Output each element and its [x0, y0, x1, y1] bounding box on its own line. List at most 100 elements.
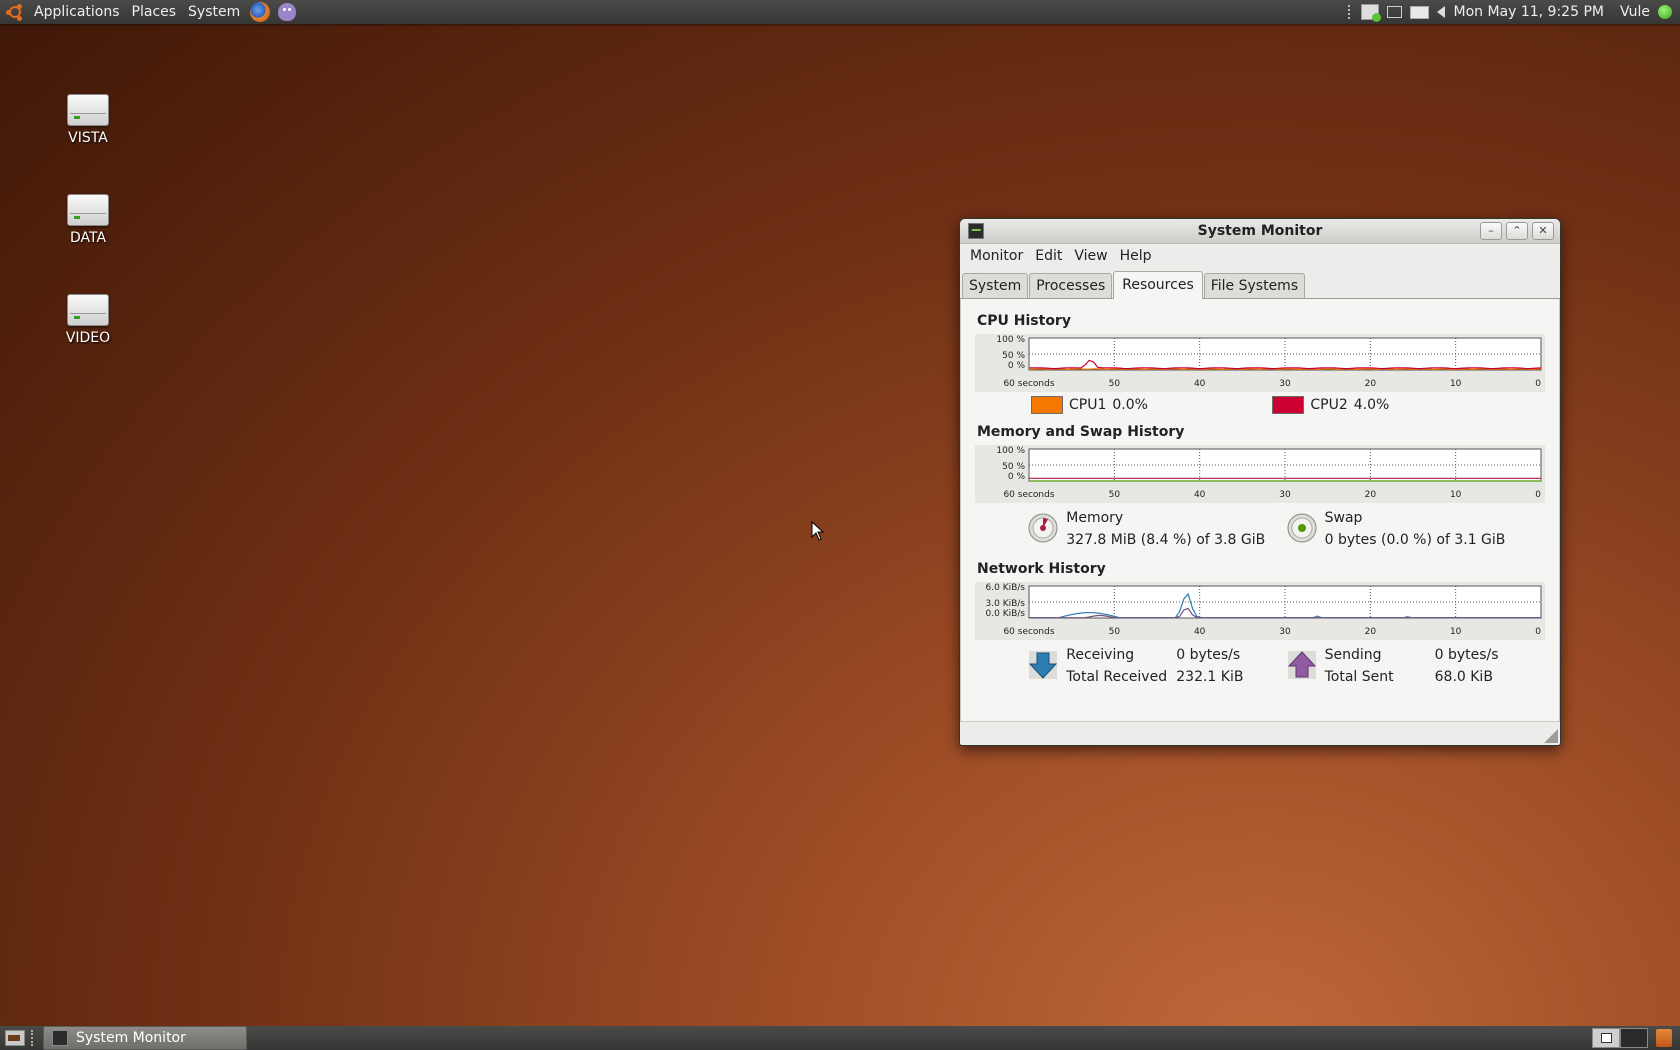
network-x-tick: 60 seconds — [1003, 627, 1054, 637]
trash-icon[interactable] — [1656, 1029, 1672, 1047]
tab-resources[interactable]: Resources — [1113, 271, 1203, 299]
bottom-panel: System Monitor — [0, 1026, 1680, 1050]
cpu-x-tick: 0 — [1535, 379, 1541, 389]
maximize-button[interactable]: ⌃ — [1506, 222, 1528, 240]
minimize-button[interactable]: – — [1480, 222, 1502, 240]
receiving-value: 0 bytes/s — [1176, 647, 1241, 663]
memory-x-tick: 20 — [1365, 490, 1377, 500]
memory-label: Memory — [1066, 510, 1124, 526]
desktop-icon-data[interactable]: DATA — [33, 194, 143, 246]
drive-icon — [67, 94, 109, 126]
total-sent-value: 68.0 KiB — [1434, 669, 1493, 685]
taskbar-system-monitor[interactable]: System Monitor — [43, 1026, 247, 1050]
total-received-label: Total Received — [1066, 669, 1168, 685]
cpu-y-tick: 100 % — [996, 335, 1025, 345]
memory-x-tick: 10 — [1450, 490, 1462, 500]
tab-file-systems[interactable]: File Systems — [1203, 273, 1306, 298]
pidgin-icon[interactable] — [278, 3, 297, 21]
show-desktop-icon[interactable] — [5, 1030, 25, 1046]
receiving-label: Receiving — [1066, 647, 1135, 663]
network-history-graph: 6.0 KiB/s 3.0 KiB/s0.0 KiB/s 60 seconds 50 4… — [975, 582, 1545, 640]
cpu-x-tick: 20 — [1365, 379, 1377, 389]
mail-icon[interactable] — [1410, 5, 1430, 19]
menu-edit[interactable]: Edit — [1029, 248, 1068, 264]
memory-x-tick: 50 — [1109, 490, 1121, 500]
memory-y-tick: 50 % — [1002, 462, 1025, 472]
network-x-tick: 50 — [1109, 627, 1121, 637]
network-y-tick: 0.0 KiB/s — [986, 609, 1026, 619]
workspace-switcher — [1592, 1028, 1648, 1048]
online-status-icon[interactable] — [1658, 5, 1672, 19]
network-x-tick: 40 — [1194, 627, 1206, 637]
cpu-y-tick: 0 % — [1008, 361, 1026, 371]
total-received-value: 232.1 KiB — [1176, 669, 1244, 685]
memory-value: 327.8 MiB (8.4 %) of 3.8 GiB — [1066, 532, 1266, 548]
main-menu: Applications Places System — [0, 2, 300, 22]
user-name[interactable]: Vule — [1620, 4, 1650, 20]
resize-grip-icon[interactable] — [1544, 729, 1558, 743]
tray-handle-icon — [1348, 5, 1353, 19]
swap-pie-icon[interactable] — [1287, 513, 1317, 543]
workspace-2[interactable] — [1620, 1028, 1648, 1048]
resources-panel: CPU History 100 % 50 % 0 % 60 seconds 50 40 30… — [960, 299, 1560, 722]
menu-monitor[interactable]: Monitor — [964, 248, 1029, 264]
cpu1-color-swatch[interactable] — [1031, 396, 1063, 414]
panel-handle-icon — [31, 1030, 37, 1046]
network-y-tick: 3.0 KiB/s — [986, 599, 1026, 609]
desktop-icon-video[interactable]: VIDEO — [33, 294, 143, 346]
tab-processes[interactable]: Processes — [1029, 273, 1113, 298]
cpu2-color-swatch[interactable] — [1272, 396, 1305, 414]
drive-icon — [67, 194, 109, 226]
close-button[interactable]: ✕ — [1532, 222, 1554, 240]
cpu2-label: CPU2 — [1310, 397, 1348, 413]
swap-label: Swap — [1324, 510, 1363, 526]
ubuntu-logo-icon[interactable] — [6, 3, 24, 21]
memory-x-tick: 0 — [1535, 490, 1541, 500]
system-monitor-app-icon[interactable] — [968, 223, 984, 239]
memory-history-title: Memory and Swap History — [977, 424, 1185, 440]
receiving-arrow-icon[interactable] — [1028, 650, 1058, 680]
network-y-tick: 6.0 KiB/s — [986, 583, 1026, 593]
sending-arrow-icon[interactable] — [1287, 650, 1317, 680]
workspace-1[interactable] — [1592, 1028, 1620, 1048]
cpu1-value: 0.0% — [1112, 397, 1148, 413]
menu-help[interactable]: Help — [1114, 248, 1158, 264]
swap-value: 0 bytes (0.0 %) of 3.1 GiB — [1324, 532, 1506, 548]
cpu-x-tick: 40 — [1194, 379, 1206, 389]
window-titlebar[interactable]: System Monitor – ⌃ ✕ — [960, 219, 1560, 244]
memory-pie-icon[interactable] — [1028, 513, 1058, 543]
drive-icon — [67, 294, 109, 326]
network-manager-icon[interactable] — [1361, 4, 1382, 22]
system-monitor-window: System Monitor – ⌃ ✕ Monitor Edit View H… — [959, 218, 1561, 746]
cpu-history-title: CPU History — [977, 313, 1071, 329]
menu-view[interactable]: View — [1068, 248, 1113, 264]
system-menu[interactable]: System — [182, 4, 246, 20]
sending-value: 0 bytes/s — [1434, 647, 1499, 663]
total-sent-label: Total Sent — [1324, 669, 1394, 685]
taskbar-label: System Monitor — [76, 1030, 186, 1046]
places-menu[interactable]: Places — [126, 4, 183, 20]
tab-system[interactable]: System — [962, 273, 1029, 298]
cpu-x-tick: 60 seconds — [1003, 379, 1054, 389]
memory-x-tick: 40 — [1194, 490, 1206, 500]
window-title: System Monitor — [1197, 223, 1323, 239]
clock[interactable]: Mon May 11, 9:25 PM — [1453, 4, 1604, 20]
desktop-icon-label: VISTA — [68, 130, 108, 146]
window-list-icon[interactable] — [1387, 6, 1403, 18]
applications-menu[interactable]: Applications — [28, 4, 126, 20]
desktop-icon-vista[interactable]: VISTA — [33, 94, 143, 146]
cpu-x-tick: 30 — [1279, 379, 1291, 389]
volume-icon[interactable] — [1437, 6, 1446, 18]
firefox-icon[interactable] — [250, 2, 271, 22]
cpu1-series-line — [1028, 368, 1542, 371]
cpu2-value: 4.0% — [1353, 397, 1390, 413]
memory-x-tick: 60 seconds — [1003, 490, 1054, 500]
system-monitor-app-icon — [52, 1030, 68, 1046]
tab-bar: System Processes Resources File Systems — [960, 268, 1560, 299]
network-x-tick: 30 — [1279, 627, 1291, 637]
mouse-pointer-icon — [811, 521, 825, 541]
network-x-tick: 20 — [1365, 627, 1377, 637]
memory-info: Memory 327.8 MiB (8.4 %) of 3.8 GiB Swap… — [975, 507, 1545, 551]
system-tray: Mon May 11, 9:25 PM Vule — [1348, 4, 1680, 22]
memory-y-tick: 100 % — [996, 446, 1025, 456]
